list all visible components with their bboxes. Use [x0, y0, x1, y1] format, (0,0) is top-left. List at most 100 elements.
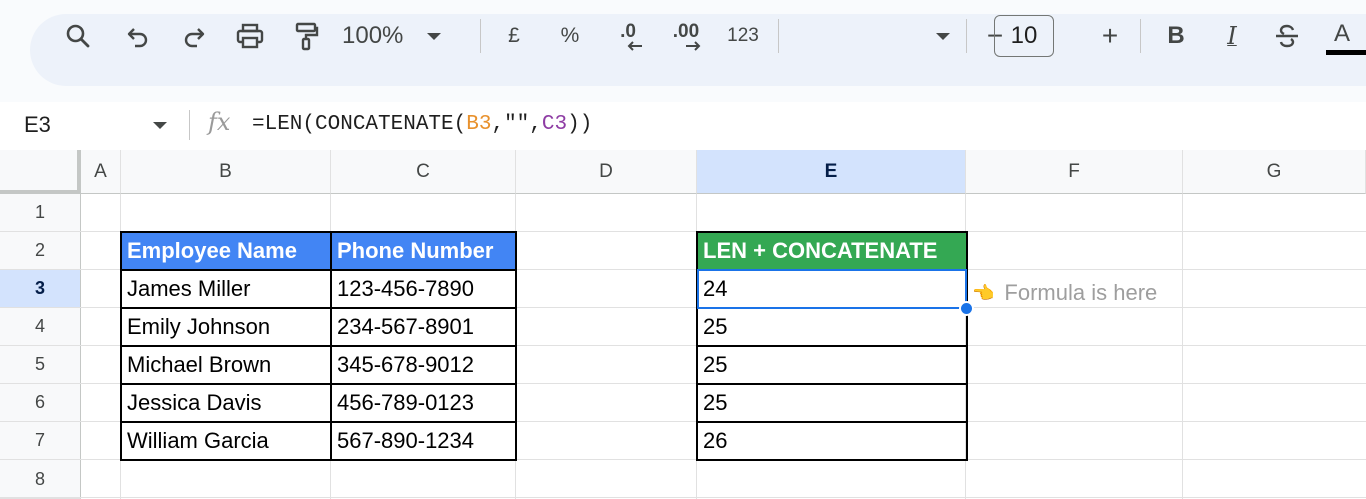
cell-e3[interactable]: 24: [697, 270, 966, 308]
table-border-line: [120, 307, 517, 309]
italic-icon: I: [1227, 22, 1237, 50]
search-menus-button[interactable]: [58, 0, 98, 72]
fx-icon: fx: [208, 108, 231, 136]
toolbar-divider: [480, 19, 481, 53]
pointing-hand-icon: 👈: [972, 282, 995, 303]
formula-ref-c3: C3: [541, 113, 568, 136]
table-border-line: [120, 269, 517, 271]
print-icon: [236, 23, 264, 49]
spreadsheet-grid[interactable]: A B C D E F G 1 2 3 4 5 6 7 8 Employee N…: [0, 150, 1366, 499]
currency-format-button[interactable]: £: [500, 0, 528, 72]
strikethrough-button[interactable]: [1270, 0, 1304, 72]
formula-ref-b3: B3: [466, 113, 492, 136]
cell-b7[interactable]: William Garcia: [121, 422, 331, 460]
cell-e5[interactable]: 25: [697, 346, 966, 384]
formula-suffix: )): [567, 113, 593, 136]
row-header-5[interactable]: 5: [0, 346, 81, 384]
decrease-decimal-button[interactable]: .0: [608, 0, 648, 72]
cell-b4[interactable]: Emily Johnson: [121, 308, 331, 346]
cell-e7[interactable]: 26: [697, 422, 966, 460]
formula-bar: E3 fx =LEN(CONCATENATE(B3,"",C3)): [0, 102, 1366, 150]
cell-b6[interactable]: Jessica Davis: [121, 384, 331, 422]
column-header-g[interactable]: G: [1183, 150, 1366, 194]
paint-format-button[interactable]: [288, 0, 324, 72]
more-formats-label: 123: [727, 25, 759, 46]
table-border-line: [696, 269, 968, 271]
row-header-1[interactable]: 1: [0, 194, 81, 232]
row-header-7[interactable]: 7: [0, 422, 81, 460]
cell-e2-header[interactable]: LEN + CONCATENATE: [697, 232, 966, 270]
toolbar-divider: [1140, 19, 1141, 53]
name-box[interactable]: E3: [24, 112, 51, 138]
increase-decimal-label: .00: [672, 20, 700, 42]
increase-font-size-button[interactable]: +: [1094, 0, 1126, 72]
formula-prefix: =LEN(CONCATENATE(: [252, 113, 467, 136]
toolbar-divider: [778, 19, 779, 53]
zoom-value: 100%: [342, 22, 404, 49]
percent-label: %: [560, 24, 580, 47]
increase-decimal-button[interactable]: .00: [664, 0, 708, 72]
undo-icon: [127, 28, 148, 48]
chevron-down-icon: [936, 32, 950, 40]
row-header-8[interactable]: 8: [0, 460, 81, 499]
row-header-3[interactable]: 3: [0, 270, 81, 308]
percent-format-button[interactable]: %: [555, 0, 585, 72]
column-header-c[interactable]: C: [331, 150, 516, 194]
column-header-b[interactable]: B: [121, 150, 331, 194]
column-header-f[interactable]: F: [966, 150, 1183, 194]
select-all-corner[interactable]: [0, 150, 81, 194]
more-formats-button[interactable]: 123: [722, 0, 764, 72]
strikethrough-icon: [1276, 24, 1298, 48]
paint-format-icon: [295, 22, 319, 51]
plus-icon: +: [1101, 20, 1119, 51]
table-border-line: [120, 421, 517, 423]
cell-f3[interactable]: 👈 Formula is here: [972, 278, 1157, 308]
zoom-select[interactable]: 100%: [342, 0, 468, 72]
table-border-line: [696, 383, 968, 385]
formula-input[interactable]: =LEN(CONCATENATE(B3,"",C3)): [252, 113, 592, 136]
undo-button[interactable]: [120, 0, 156, 72]
table-border-line: [696, 421, 968, 423]
column-header-d[interactable]: D: [516, 150, 697, 194]
bold-icon: B: [1167, 22, 1185, 49]
font-family-select[interactable]: [790, 0, 950, 72]
row-header-6[interactable]: 6: [0, 384, 81, 422]
font-size-input[interactable]: 10: [994, 15, 1054, 57]
decrease-decimal-label: .0: [620, 20, 636, 42]
cell-c7[interactable]: 567-890-1234: [331, 422, 516, 460]
cell-e6[interactable]: 25: [697, 384, 966, 422]
cell-c5[interactable]: 345-678-9012: [331, 346, 516, 384]
cell-b5[interactable]: Michael Brown: [121, 346, 331, 384]
currency-label: £: [508, 24, 520, 47]
arrow-left-icon: [627, 40, 642, 51]
gridline: [0, 497, 1366, 498]
bold-button[interactable]: B: [1160, 0, 1192, 72]
table-border-line: [696, 307, 968, 309]
column-header-e[interactable]: E: [697, 150, 966, 194]
arrow-right-icon: [686, 40, 701, 51]
redo-icon: [184, 28, 205, 48]
toolbar-divider: [966, 19, 967, 53]
formula-middle: ,"",: [491, 113, 542, 136]
row-header-2[interactable]: 2: [0, 232, 81, 270]
row-header-4[interactable]: 4: [0, 308, 81, 346]
cell-c2-header[interactable]: Phone Number: [331, 232, 516, 270]
cell-b3[interactable]: James Miller: [121, 270, 331, 308]
cell-c3[interactable]: 123-456-7890: [331, 270, 516, 308]
text-color-swatch: [1326, 50, 1366, 55]
table-border-line: [696, 345, 968, 347]
cell-e4[interactable]: 25: [697, 308, 966, 346]
table-border-line: [120, 383, 517, 385]
column-header-a[interactable]: A: [81, 150, 121, 194]
text-color-button[interactable]: A: [1326, 0, 1358, 72]
formula-hint-text: Formula is here: [1004, 280, 1158, 305]
toolbar-area: 100% £ % .0 .00 123 − 10 + B I A: [0, 0, 1366, 102]
redo-button[interactable]: [176, 0, 212, 72]
cell-c4[interactable]: 234-567-8901: [331, 308, 516, 346]
cell-c6[interactable]: 456-789-0123: [331, 384, 516, 422]
search-icon: [66, 24, 90, 48]
cell-b2-header[interactable]: Employee Name: [121, 232, 331, 270]
print-button[interactable]: [230, 0, 270, 72]
chevron-down-icon[interactable]: [153, 122, 167, 129]
italic-button[interactable]: I: [1216, 0, 1248, 72]
